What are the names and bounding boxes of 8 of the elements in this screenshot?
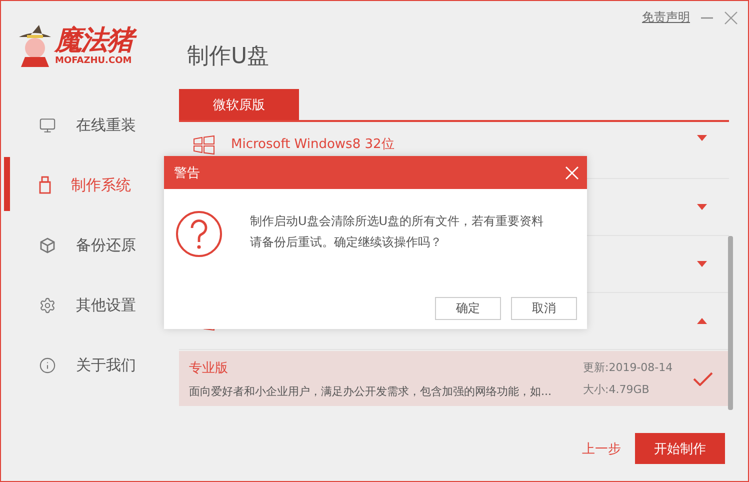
edition-name: 专业版 [189,360,229,376]
file-size: 大小:4.79GB [583,382,650,397]
os-name: Microsoft Windows8 32位 [231,136,394,153]
update-date: 更新:2019-08-14 [583,360,674,375]
edition-description: 面向爱好者和小企业用户，满足办公开发需求，包含加强的网络功能，如... [189,384,552,398]
page-title: 制作U盘 [187,43,270,71]
dialog-message: 制作启动U盘会清除所选U盘的所有文件，若有重要资料请备份后重试。确定继续该操作吗？ [250,213,545,251]
logo-domain: MOFAZHU.COM [55,56,132,66]
